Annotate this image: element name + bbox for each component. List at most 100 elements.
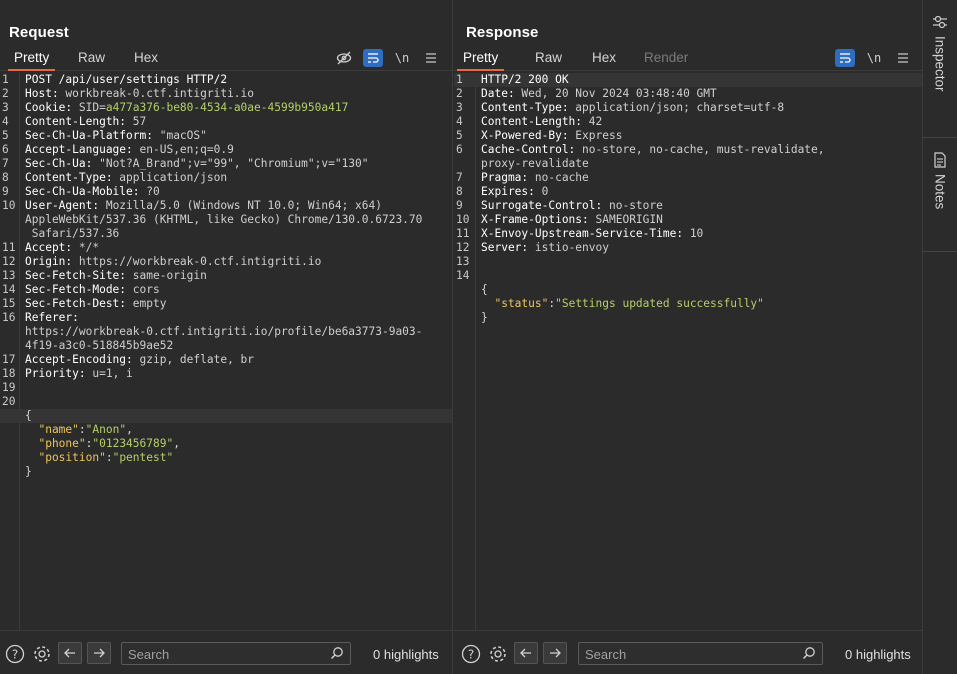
code-line[interactable]: "position":"pentest" [0, 451, 452, 465]
code-line[interactable]: 15 Sec-Fetch-Dest: empty [0, 297, 452, 311]
notes-label: Notes [932, 174, 948, 210]
tab-pretty[interactable]: Pretty [8, 50, 56, 71]
header-name: Referer: [25, 311, 79, 324]
code-line[interactable]: 1 HTTP/2 200 OK [454, 73, 922, 87]
line-text: https://workbreak-0.ctf.intigriti.io/pro… [25, 325, 422, 339]
tab-pretty[interactable]: Pretty [457, 50, 505, 71]
code-line[interactable]: 14 [454, 269, 922, 283]
request-tabs: Pretty Raw Hex [0, 46, 452, 71]
code-line[interactable]: 9 Surrogate-Control: no-store [454, 199, 922, 213]
line-text: Surrogate-Control: no-store [481, 199, 663, 213]
notes-tab[interactable]: Notes [923, 152, 957, 209]
show-newlines-button[interactable]: \n [392, 49, 412, 67]
code-line[interactable]: 9 Sec-Ch-Ua-Mobile: ?0 [0, 185, 452, 199]
code-line[interactable]: 5 X-Powered-By: Express [454, 129, 922, 143]
code-line[interactable]: "status":"Settings updated successfully" [454, 297, 922, 311]
code-line[interactable]: 10 User-Agent: Mozilla/5.0 (Windows NT 10… [0, 199, 452, 213]
settings-button[interactable] [31, 643, 53, 665]
code-line[interactable]: 7 Pragma: no-cache [454, 171, 922, 185]
code-line[interactable]: 4f19-a3c0-518845b9ae52 [0, 339, 452, 353]
code-line[interactable]: proxy-revalidate [454, 157, 922, 171]
code-line[interactable]: 3 Content-Type: application/json; charset… [454, 101, 922, 115]
hide-nonprintable-button[interactable] [334, 49, 354, 67]
code-line[interactable]: { [0, 409, 452, 423]
code-line[interactable]: 18 Priority: u=1, i [0, 367, 452, 381]
code-line[interactable]: Safari/537.36 [0, 227, 452, 241]
word-wrap-button[interactable] [835, 49, 855, 67]
line-number: 13 [2, 269, 16, 282]
help-button[interactable]: ? [460, 643, 482, 665]
header-value: 57 [126, 115, 147, 128]
line-text: Content-Type: application/json; charset=… [481, 101, 784, 115]
help-button[interactable]: ? [4, 643, 26, 665]
code-line[interactable]: 11 X-Envoy-Upstream-Service-Time: 10 [454, 227, 922, 241]
code-line[interactable]: 5 Sec-Ch-Ua-Platform: "macOS" [0, 129, 452, 143]
json-key: "name" [25, 423, 79, 436]
code-line[interactable]: 6 Cache-Control: no-store, no-cache, must… [454, 143, 922, 157]
line-text: Priority: u=1, i [25, 367, 133, 381]
menu-button[interactable] [421, 49, 441, 67]
arrow-left-icon [520, 648, 531, 658]
code-line[interactable]: https://workbreak-0.ctf.intigriti.io/pro… [0, 325, 452, 339]
code-line[interactable]: "phone":"0123456789", [0, 437, 452, 451]
settings-button[interactable] [487, 643, 509, 665]
tab-render[interactable]: Render [638, 50, 694, 71]
hamburger-icon [898, 53, 908, 63]
code-line[interactable]: 16 Referer: [0, 311, 452, 325]
code-line[interactable]: 3 Cookie: SID=a477a376-be80-4534-a0ae-459… [0, 101, 452, 115]
code-line[interactable]: 11 Accept: */* [0, 241, 452, 255]
search-icon [330, 647, 343, 660]
response-editor[interactable]: 1 HTTP/2 200 OK 2 Date: Wed, 20 Nov 2024 03… [454, 73, 922, 630]
code-line[interactable]: 4 Content-Length: 57 [0, 115, 452, 129]
code-line[interactable]: { [454, 283, 922, 297]
code-line[interactable]: } [0, 465, 452, 479]
word-wrap-button[interactable] [363, 49, 383, 67]
code-line[interactable]: 8 Expires: 0 [454, 185, 922, 199]
code-line[interactable]: 19 [0, 381, 452, 395]
code-line[interactable]: } [454, 311, 922, 325]
code-line[interactable]: 2 Host: workbreak-0.ctf.intigriti.io [0, 87, 452, 101]
request-code[interactable]: 1 POST /api/user/settings HTTP/2 2 Host: wo… [0, 73, 452, 479]
code-line[interactable]: 8 Content-Type: application/json [0, 171, 452, 185]
code-line[interactable]: AppleWebKit/537.36 (KHTML, like Gecko) C… [0, 213, 452, 227]
line-text: proxy-revalidate [481, 157, 589, 171]
line-text: Content-Length: 57 [25, 115, 146, 129]
json-string: "pentest" [112, 451, 174, 464]
svg-text:?: ? [468, 648, 474, 662]
header-value: 10 [683, 227, 704, 240]
code-line[interactable]: 13 [454, 255, 922, 269]
code-line[interactable]: "name":"Anon", [0, 423, 452, 437]
code-line[interactable]: 2 Date: Wed, 20 Nov 2024 03:48:40 GMT [454, 87, 922, 101]
tab-raw[interactable]: Raw [529, 50, 568, 71]
code-line[interactable]: 10 X-Frame-Options: SAMEORIGIN [454, 213, 922, 227]
tab-hex[interactable]: Hex [586, 50, 622, 71]
response-code[interactable]: 1 HTTP/2 200 OK 2 Date: Wed, 20 Nov 2024 03… [454, 73, 922, 325]
code-line[interactable]: 20 [0, 395, 452, 409]
request-pane: Request Pretty Raw Hex \n 1 POST /api/use… [0, 0, 453, 674]
show-newlines-button[interactable]: \n [864, 49, 884, 67]
response-search-input[interactable] [585, 646, 765, 662]
code-line[interactable]: 14 Sec-Fetch-Mode: cors [0, 283, 452, 297]
code-line[interactable]: 6 Accept-Language: en-US,en;q=0.9 [0, 143, 452, 157]
code-line[interactable]: 7 Sec-Ch-Ua: "Not?A_Brand";v="99", "Chrom… [0, 157, 452, 171]
tab-raw[interactable]: Raw [72, 50, 111, 71]
code-line[interactable]: 12 Server: istio-envoy [454, 241, 922, 255]
header-value: cors [126, 283, 160, 296]
next-match-button[interactable] [543, 642, 567, 664]
code-line[interactable]: 13 Sec-Fetch-Site: same-origin [0, 269, 452, 283]
previous-match-button[interactable] [58, 642, 82, 664]
code-line[interactable]: 4 Content-Length: 42 [454, 115, 922, 129]
line-text: } [25, 465, 32, 479]
line-number: 1 [456, 73, 463, 86]
inspector-tab[interactable]: Inspector [923, 14, 957, 92]
previous-match-button[interactable] [514, 642, 538, 664]
line-number: 5 [456, 129, 463, 142]
code-line[interactable]: 17 Accept-Encoding: gzip, deflate, br [0, 353, 452, 367]
code-line[interactable]: 12 Origin: https://workbreak-0.ctf.intigr… [0, 255, 452, 269]
request-editor[interactable]: 1 POST /api/user/settings HTTP/2 2 Host: wo… [0, 73, 452, 630]
code-line[interactable]: 1 POST /api/user/settings HTTP/2 [0, 73, 452, 87]
request-search-input[interactable] [128, 646, 308, 662]
next-match-button[interactable] [87, 642, 111, 664]
menu-button[interactable] [893, 49, 913, 67]
tab-hex[interactable]: Hex [128, 50, 164, 71]
